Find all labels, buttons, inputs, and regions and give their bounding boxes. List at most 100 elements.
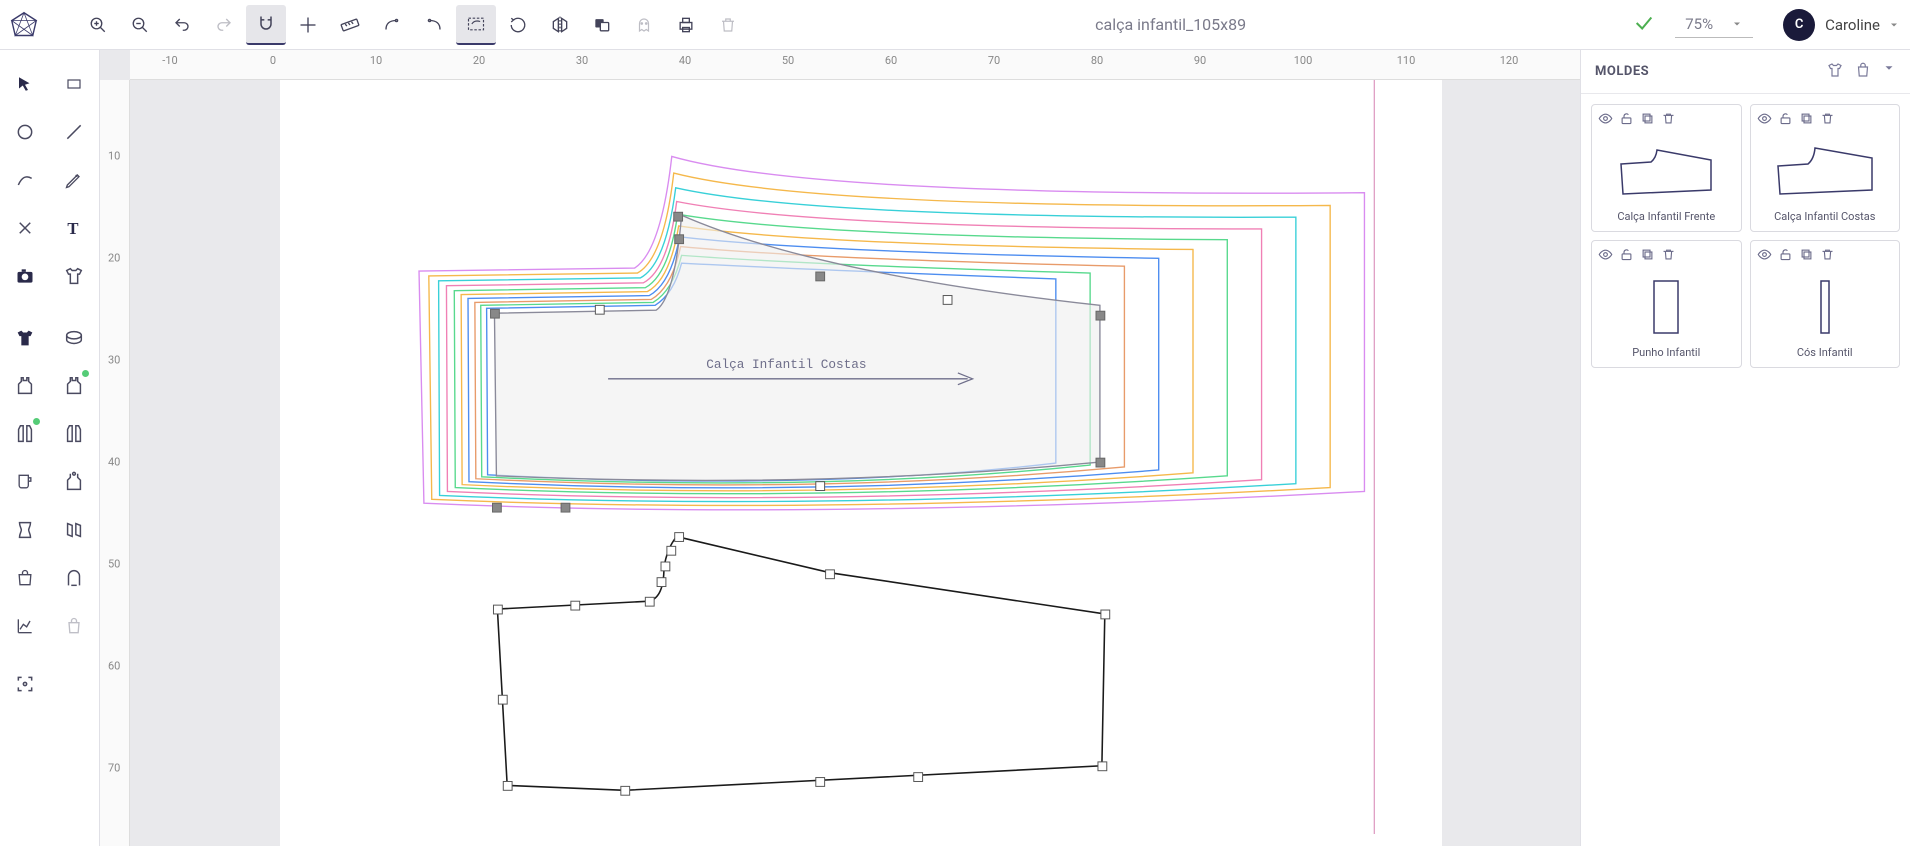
mold-card[interactable]: Calça Infantil Costas [1750,104,1901,232]
text-tool-icon[interactable]: T [50,204,100,252]
print-icon[interactable] [666,5,706,45]
pattern-pieces-icon[interactable] [50,506,100,554]
ruler-tick: 10 [108,150,120,163]
trash-small-icon[interactable] [1820,111,1835,130]
mold-caption: Punho Infantil [1632,346,1700,359]
ruler-tick: 70 [108,762,120,775]
zoom-select[interactable]: 75% [1675,11,1753,38]
hood-icon[interactable] [50,554,100,602]
ruler-tick: 60 [108,660,120,673]
tanktop-icon[interactable] [0,362,50,410]
circle-tool-icon[interactable] [0,108,50,156]
lock-open-icon[interactable] [1619,247,1634,266]
line-tool-icon[interactable] [50,108,100,156]
user-menu[interactable]: Caroline [1825,16,1900,34]
eye-icon[interactable] [1598,111,1613,130]
rectangle-tool-icon[interactable] [50,60,100,108]
trash-small-icon[interactable] [1661,247,1676,266]
copy-icon[interactable] [1640,247,1655,266]
trash-small-icon[interactable] [1820,247,1835,266]
chevron-down-icon [1731,18,1743,30]
shopping-bag-panel-icon[interactable] [1854,61,1872,83]
app-logo-icon[interactable] [10,11,38,39]
copy-icon[interactable] [1640,111,1655,130]
saved-check-icon [1633,12,1655,38]
mold-card[interactable]: Calça Infantil Frente [1591,104,1742,232]
snap-magnet-icon[interactable] [246,5,286,45]
pattern-bounds-icon[interactable] [456,5,496,45]
tape-measure-icon[interactable] [50,314,100,362]
second-pattern-handles[interactable] [493,533,1109,796]
eye-icon[interactable] [1598,247,1613,266]
trash-icon[interactable] [708,5,748,45]
shopping-bag-icon[interactable] [50,602,100,650]
canvas-stage[interactable]: Calça Infantil Costas [130,80,1580,846]
shirt-add-icon[interactable] [1826,61,1844,83]
curve-right-icon[interactable] [414,5,454,45]
trash-small-icon[interactable] [1661,111,1676,130]
ruler-tick: 120 [1500,54,1519,67]
zoom-out-icon[interactable] [120,5,160,45]
bodice-icon[interactable] [0,506,50,554]
ruler-tick: 30 [108,354,120,367]
curve-tool-icon[interactable] [0,156,50,204]
vertical-ruler: 10203040506070 [100,80,130,846]
undo-icon[interactable] [162,5,202,45]
ruler-tick: 90 [1194,54,1206,67]
mold-card[interactable]: Cós Infantil [1750,240,1901,368]
hanger-garment-icon[interactable] [50,458,100,506]
document-name[interactable]: calça infantil_105x89 [1095,15,1246,34]
ruler-tick: 70 [988,54,1000,67]
ruler-tick: 100 [1294,54,1313,67]
curve-left-icon[interactable] [372,5,412,45]
focus-frame-icon[interactable] [0,660,50,708]
ruler-tick: 40 [108,456,120,469]
copy-icon[interactable] [1799,247,1814,266]
ghost-icon[interactable] [624,5,664,45]
mirror-icon[interactable] [540,5,580,45]
mold-caption: Calça Infantil Frente [1617,210,1715,223]
redo-icon[interactable] [204,5,244,45]
mold-thumb [1765,272,1885,342]
chart-line-icon[interactable] [0,602,50,650]
copy-icon[interactable] [1799,111,1814,130]
ruler-tick: 40 [679,54,691,67]
user-avatar[interactable]: C [1783,9,1815,41]
pencil-tool-icon[interactable] [50,156,100,204]
ruler-icon[interactable] [330,5,370,45]
graded-pattern-group[interactable] [419,156,1364,509]
crosshair-icon[interactable] [288,5,328,45]
mold-thumb [1606,136,1726,206]
vest-icon[interactable] [50,410,100,458]
select-tool-icon[interactable] [0,60,50,108]
refresh-icon[interactable] [498,5,538,45]
panel-title: MOLDES [1595,64,1826,79]
second-pattern[interactable] [497,537,1104,791]
left-toolbar: T [0,50,100,846]
svg-text:T: T [68,219,79,238]
ruler-tick: 30 [576,54,588,67]
mold-card[interactable]: Punho Infantil [1591,240,1742,368]
shirt-outline-icon[interactable] [50,252,100,300]
lock-open-icon[interactable] [1778,247,1793,266]
cup-icon[interactable] [0,458,50,506]
lock-open-icon[interactable] [1619,111,1634,130]
close-path-icon[interactable] [0,204,50,252]
zoom-value: 75% [1685,15,1713,33]
zoom-in-icon[interactable] [78,5,118,45]
camera-tool-icon[interactable] [0,252,50,300]
ruler-tick: 50 [108,558,120,571]
tanktop-dot-icon[interactable] [50,362,100,410]
eye-icon[interactable] [1757,111,1772,130]
eye-icon[interactable] [1757,247,1772,266]
shirt-filled-icon[interactable] [0,314,50,362]
lock-open-icon[interactable] [1778,111,1793,130]
mold-caption: Calça Infantil Costas [1774,210,1875,223]
drawing-svg: Calça Infantil Costas [130,80,1580,834]
ruler-tick: 20 [473,54,485,67]
vest-dot-icon[interactable] [0,410,50,458]
ruler-tick: 110 [1397,54,1416,67]
bag-icon[interactable] [0,554,50,602]
layers-icon[interactable] [582,5,622,45]
chevron-down-icon[interactable] [1882,61,1896,83]
